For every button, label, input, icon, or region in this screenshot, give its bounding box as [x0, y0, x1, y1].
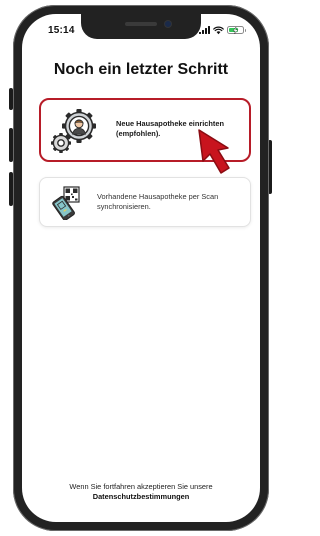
status-time: 15:14: [48, 25, 75, 36]
red-arrow-cursor-icon: [198, 129, 230, 174]
qr-scan-phone-icon: [52, 186, 80, 220]
wifi-icon: [213, 26, 224, 34]
sync-home-pharmacy-option[interactable]: Vorhandene Hausapotheke per Scan synchro…: [39, 177, 251, 227]
privacy-policy-link[interactable]: Datenschutzbestimmungen: [22, 492, 260, 502]
battery-charging-icon: [227, 26, 246, 34]
front-camera: [164, 20, 172, 28]
sync-home-pharmacy-label: Vorhandene Hausapotheke per Scan synchro…: [97, 192, 219, 211]
phone-body: 15:14 Noch ein letzter Schritt Neue Haus…: [13, 5, 269, 531]
device-frame: 15:14 Noch ein letzter Schritt Neue Haus…: [0, 0, 279, 536]
gear-person-icon: [51, 109, 96, 153]
app-screen: 15:14 Noch ein letzter Schritt Neue Haus…: [22, 14, 260, 522]
notch: [81, 14, 201, 39]
signal-icon: [199, 26, 210, 34]
status-icons: [199, 25, 246, 35]
page-title: Noch ein letzter Schritt: [53, 61, 229, 78]
consent-text: Wenn Sie fortfahren akzeptieren Sie unse…: [69, 482, 213, 491]
consent-footer: Wenn Sie fortfahren akzeptieren Sie unse…: [22, 482, 260, 502]
speaker-grille: [125, 22, 157, 26]
